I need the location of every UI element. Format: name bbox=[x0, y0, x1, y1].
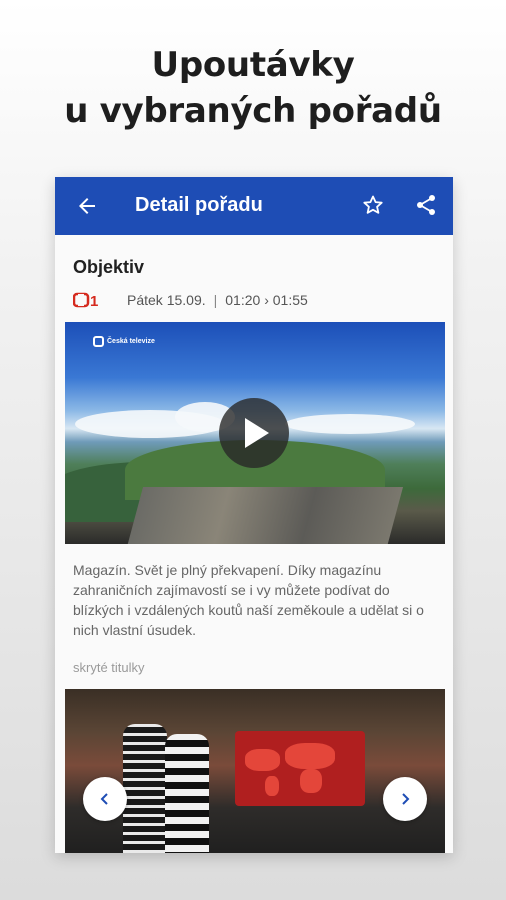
chevron-left-icon bbox=[100, 793, 108, 805]
gallery-prev-button[interactable] bbox=[83, 777, 127, 821]
play-icon bbox=[245, 418, 269, 448]
headline-line-1: Upoutávky bbox=[151, 45, 355, 85]
broadcast-time: 01:20 › 01:55 bbox=[225, 292, 308, 308]
meta-separator: | bbox=[213, 292, 218, 308]
gallery-next-button[interactable] bbox=[383, 777, 427, 821]
presenter-figure bbox=[123, 724, 167, 853]
page-title: Detail pořadu bbox=[135, 194, 263, 216]
trailer-video[interactable]: Česká televize bbox=[65, 322, 445, 544]
play-button[interactable] bbox=[219, 398, 289, 468]
presenter-figure bbox=[165, 734, 209, 853]
share-icon[interactable] bbox=[414, 193, 438, 217]
studio-world-map bbox=[235, 731, 365, 806]
star-outline-icon[interactable] bbox=[361, 193, 385, 217]
show-title: Objektiv bbox=[73, 257, 145, 277]
chevron-right-icon bbox=[402, 793, 410, 805]
broadcast-info: 1 Pátek 15.09. | 01:20 › 01:55 bbox=[73, 292, 444, 308]
show-description: Magazín. Svět je plný překvapení. Díky m… bbox=[73, 562, 424, 638]
show-detail: Objektiv 1 Pátek 15.09. | 01:20 › 01:55 … bbox=[55, 257, 453, 853]
svg-text:1: 1 bbox=[90, 293, 98, 308]
ct-watermark: Česká televize bbox=[93, 336, 155, 347]
app-bar: Detail pořadu bbox=[55, 177, 453, 235]
arrow-left-icon[interactable] bbox=[75, 194, 99, 218]
subtitles-label: skryté titulky bbox=[73, 660, 145, 675]
broadcast-date: Pátek 15.09. bbox=[127, 292, 206, 308]
phone-screen: Detail pořadu Objektiv 1 Pátek 15.09. | … bbox=[55, 177, 453, 853]
image-gallery[interactable] bbox=[65, 689, 445, 853]
ct1-channel-logo: 1 bbox=[73, 292, 98, 308]
promo-headline: Upoutávky u vybraných pořadů bbox=[0, 42, 506, 134]
headline-line-2: u vybraných pořadů bbox=[64, 91, 442, 131]
